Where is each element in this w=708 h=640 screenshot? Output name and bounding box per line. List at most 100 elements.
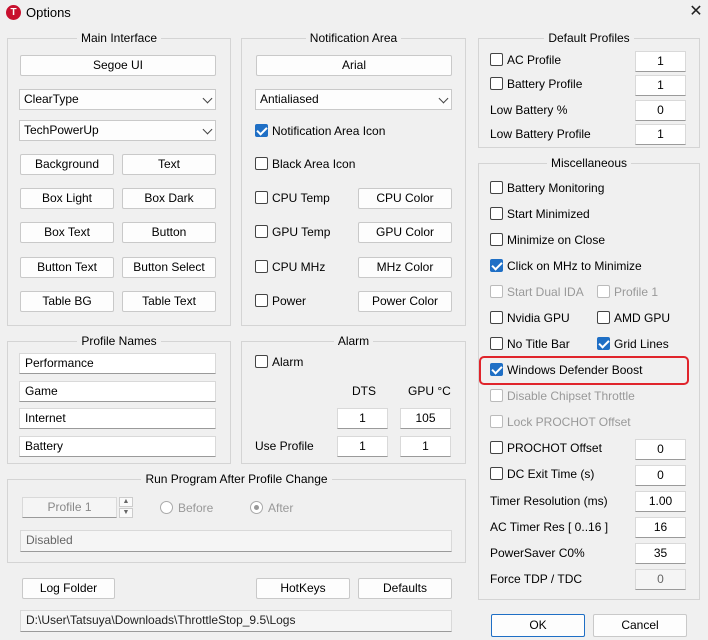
button-color-button[interactable]: Button [122,222,216,243]
chevron-down-icon [202,93,213,104]
black-area-icon-checkbox[interactable]: Black Area Icon [255,157,355,173]
checkbox-label: DC Exit Time (s) [507,467,595,481]
table-bg-button[interactable]: Table BG [20,291,114,312]
checkbox-icon [490,233,503,246]
cpu-color-button[interactable]: CPU Color [358,188,452,209]
profile-1-checkbox[interactable]: Profile 1 [597,285,658,301]
click-mhz-minimize-checkbox[interactable]: Click on MHz to Minimize [490,259,642,275]
power-color-button[interactable]: Power Color [358,291,452,312]
checkbox-icon [490,389,503,402]
rendering-value: ClearType [24,92,79,106]
box-light-button[interactable]: Box Light [20,188,114,209]
ac-profile-checkbox[interactable]: AC Profile [490,53,561,69]
group-title: Profile Names [77,334,161,348]
cpu-mhz-checkbox[interactable]: CPU MHz [255,260,325,276]
checkbox-icon [490,259,503,272]
disable-chipset-throttle-checkbox[interactable]: Disable Chipset Throttle [490,389,635,405]
start-dual-ida-checkbox[interactable]: Start Dual IDA [490,285,584,301]
notif-rendering-select[interactable]: Antialiased [255,89,452,110]
table-text-button[interactable]: Table Text [122,291,216,312]
radio-icon [160,501,173,514]
profile-name-input-4[interactable]: Battery [19,436,216,457]
close-icon[interactable]: ✕ [686,2,706,22]
checkbox-label: CPU MHz [272,260,326,274]
profile-name-input-3[interactable]: Internet [19,408,216,429]
nvidia-gpu-checkbox[interactable]: Nvidia GPU [490,311,570,327]
theme-select[interactable]: TechPowerUp [19,120,216,141]
windows-defender-boost-checkbox[interactable]: Windows Defender Boost [490,363,642,379]
app-icon: T [6,5,21,20]
defaults-button[interactable]: Defaults [358,578,452,599]
before-radio[interactable]: Before [160,501,213,517]
log-path-input[interactable]: D:\User\Tatsuya\Downloads\ThrottleStop_9… [20,610,452,632]
hotkeys-button[interactable]: HotKeys [256,578,350,599]
checkbox-label: Start Minimized [507,207,590,221]
power-checkbox[interactable]: Power [255,294,306,310]
start-minimized-checkbox[interactable]: Start Minimized [490,207,590,223]
window-title: Options [26,5,71,20]
use-profile-gpu-input[interactable]: 1 [400,436,451,457]
ac-profile-input[interactable]: 1 [635,51,686,72]
checkbox-label: AC Profile [507,53,562,67]
force-tdp-input[interactable]: 0 [635,569,686,590]
checkbox-icon [597,285,610,298]
battery-monitoring-checkbox[interactable]: Battery Monitoring [490,181,604,197]
alarm-gpu-input[interactable]: 105 [400,408,451,429]
profile-name-input-1[interactable]: Performance [19,353,216,374]
text-button[interactable]: Text [122,154,216,175]
low-battery-profile-input[interactable]: 1 [635,124,686,145]
ac-timer-res-input[interactable]: 16 [635,517,686,538]
spin-down-button[interactable]: ▼ [119,508,133,518]
alarm-dts-input[interactable]: 1 [337,408,388,429]
background-button[interactable]: Background [20,154,114,175]
spin-up-button[interactable]: ▲ [119,497,133,507]
checkbox-icon [255,191,268,204]
font-button[interactable]: Segoe UI [20,55,216,76]
dc-exit-time-input[interactable]: 0 [635,465,686,486]
grid-lines-checkbox[interactable]: Grid Lines [597,337,669,353]
battery-profile-input[interactable]: 1 [635,75,686,96]
checkbox-label: Notification Area Icon [272,124,386,138]
checkbox-icon [490,311,503,324]
checkbox-icon [597,337,610,350]
dc-exit-time-checkbox[interactable]: DC Exit Time (s) [490,467,594,483]
button-text-button[interactable]: Button Text [20,257,114,278]
lock-prochot-offset-checkbox[interactable]: Lock PROCHOT Offset [490,415,631,431]
mhz-color-button[interactable]: MHz Color [358,257,452,278]
log-folder-button[interactable]: Log Folder [22,578,115,599]
minimize-on-close-checkbox[interactable]: Minimize on Close [490,233,605,249]
box-dark-button[interactable]: Box Dark [122,188,216,209]
after-radio[interactable]: After [250,501,293,517]
notification-icon-checkbox[interactable]: Notification Area Icon [255,124,385,140]
low-battery-pct-input[interactable]: 0 [635,100,686,121]
cpu-temp-checkbox[interactable]: CPU Temp [255,191,330,207]
ok-button[interactable]: OK [491,614,585,637]
checkbox-icon [490,441,503,454]
box-text-button[interactable]: Box Text [20,222,114,243]
battery-profile-checkbox[interactable]: Battery Profile [490,77,582,93]
rendering-select[interactable]: ClearType [19,89,216,110]
powersaver-input[interactable]: 35 [635,543,686,564]
timer-resolution-input[interactable]: 1.00 [635,491,686,512]
profile-name-input-2[interactable]: Game [19,381,216,402]
run-program-profile-input[interactable]: Profile 1 [22,497,117,518]
checkbox-label: Power [272,294,307,308]
run-program-path-input[interactable]: Disabled [20,530,452,552]
notif-font-button[interactable]: Arial [256,55,452,76]
checkbox-icon [490,77,503,90]
alarm-checkbox[interactable]: Alarm [255,355,303,371]
radio-icon [250,501,263,514]
no-title-bar-checkbox[interactable]: No Title Bar [490,337,570,353]
amd-gpu-checkbox[interactable]: AMD GPU [597,311,670,327]
cancel-button[interactable]: Cancel [593,614,687,637]
button-select-button[interactable]: Button Select [122,257,216,278]
checkbox-label: Alarm [272,355,304,369]
title-bar [0,0,708,26]
prochot-offset-input[interactable]: 0 [635,439,686,460]
use-profile-dts-input[interactable]: 1 [337,436,388,457]
checkbox-icon [490,207,503,220]
prochot-offset-checkbox[interactable]: PROCHOT Offset [490,441,602,457]
gpu-temp-checkbox[interactable]: GPU Temp [255,225,330,241]
gpu-color-button[interactable]: GPU Color [358,222,452,243]
checkbox-label: Windows Defender Boost [507,363,643,377]
